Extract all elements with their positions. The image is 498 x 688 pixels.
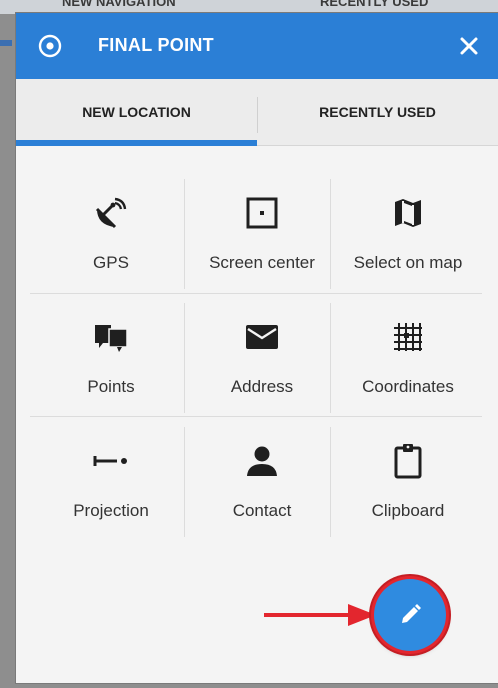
grid-icon: [394, 323, 422, 351]
option-address[interactable]: Address: [187, 303, 337, 419]
option-label: Points: [87, 377, 135, 396]
option-contact[interactable]: Contact: [187, 427, 337, 543]
option-points[interactable]: Points: [36, 303, 186, 419]
option-label: Screen center: [209, 253, 315, 272]
map-icon: [395, 199, 421, 227]
target-icon: [38, 34, 62, 58]
projection-icon: [93, 456, 127, 466]
tab-new-location[interactable]: NEW LOCATION: [16, 79, 257, 145]
active-tab-indicator: [16, 140, 257, 146]
tab-bar: NEW LOCATION RECENTLY USED: [16, 79, 498, 146]
option-screen-center[interactable]: Screen center: [187, 179, 337, 295]
option-select-on-map[interactable]: Select on map: [333, 179, 483, 295]
points-icon: [95, 325, 128, 352]
clipboard-icon: [394, 444, 422, 479]
background-peek: NEW NAVIGATION RECENTLY USED: [0, 0, 498, 14]
tab-recently-used[interactable]: RECENTLY USED: [257, 79, 498, 145]
envelope-icon: [246, 325, 278, 349]
option-label: Contact: [232, 501, 292, 520]
pencil-icon: [402, 604, 421, 623]
option-clipboard[interactable]: Clipboard: [333, 427, 483, 543]
close-icon[interactable]: [454, 31, 484, 61]
background-strip: [0, 40, 12, 46]
satellite-dish-icon: [95, 197, 127, 229]
edit-fab-button[interactable]: [374, 579, 446, 651]
option-label: Address: [230, 377, 294, 396]
option-projection[interactable]: Projection: [36, 427, 186, 543]
red-arrow-icon: [264, 604, 376, 626]
background-tab-left: NEW NAVIGATION: [62, 0, 176, 9]
option-label: GPS: [93, 253, 129, 272]
option-label: Coordinates: [362, 377, 454, 396]
screen-center-icon: [246, 197, 278, 229]
option-label: Projection: [73, 501, 149, 520]
dialog-title: FINAL POINT: [98, 35, 214, 55]
option-coordinates[interactable]: Coordinates: [333, 303, 483, 419]
option-label: Select on map: [353, 253, 463, 272]
person-icon: [247, 446, 277, 476]
background-tab-right: RECENTLY USED: [320, 0, 429, 9]
option-gps[interactable]: GPS: [36, 179, 186, 295]
dialog-titlebar: FINAL POINT: [16, 13, 498, 79]
option-label: Clipboard: [371, 501, 445, 520]
